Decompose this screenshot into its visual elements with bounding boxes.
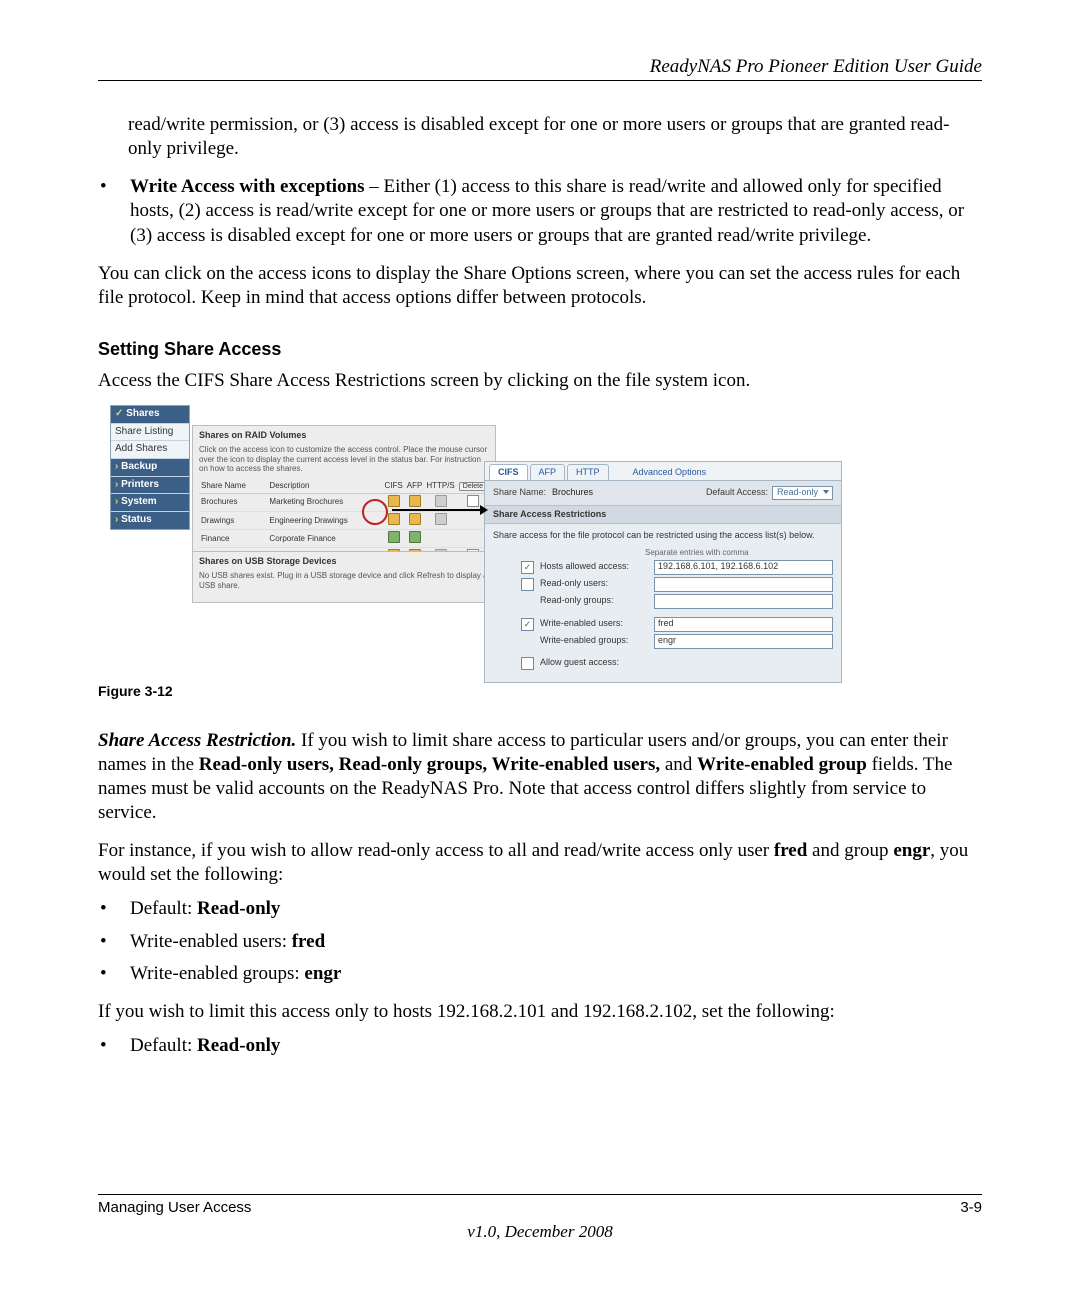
highlight-circle-icon [362,499,388,525]
figure-caption: Figure 3-12 [98,683,982,701]
default-access-label: Default Access: [706,487,768,498]
usb-shares-panel: Shares on USB Storage Devices No USB sha… [192,551,496,603]
write-users-input[interactable]: fred [654,617,833,632]
body: read/write permission, or (3) access is … [98,113,982,1058]
table-header-row: Share Name Description CIFS AFP HTTP/S D… [199,480,489,493]
bullet-lead: Write Access with exceptions [130,176,364,197]
access-panel: CIFS AFP HTTP Advanced Options Share Nam… [484,461,842,683]
default-access-select[interactable]: Read-only [772,486,833,499]
table-row: FinanceCorporate Finance [199,530,489,548]
arrow-icon [392,503,488,517]
tabs: CIFS AFP HTTP Advanced Options [485,462,841,481]
restrict-row: Read-only users: [521,577,833,592]
bullet-dot-icon: • [98,930,130,954]
restrict-row: Write-enabled users:fred [521,617,833,632]
bullet-dot-icon: • [98,1034,130,1058]
share-name-label: Share Name: [493,487,546,498]
restrict-row: Read-only groups: [521,594,833,609]
checkbox[interactable] [521,561,534,574]
nav-panel: ✓ Shares Share Listing Add Shares Backup… [110,405,190,530]
restrict-row: Write-enabled groups:engr [521,634,833,649]
shares-panel-title: Shares on RAID Volumes [199,430,489,441]
list-item: • Write-enabled users: fred [98,930,982,954]
para-hosts: If you wish to limit this access only to… [98,1000,982,1024]
nav-share-listing[interactable]: Share Listing [111,423,189,441]
list-item: • Write-enabled groups: engr [98,962,982,986]
share-name-value: Brochures [552,487,593,498]
figure: ✓ Shares Share Listing Add Shares Backup… [110,405,982,669]
continuation-para: read/write permission, or (3) access is … [128,113,982,161]
header-title: ReadyNAS Pro Pioneer Edition User Guide [98,56,982,80]
bullet-dot-icon: • [98,962,130,986]
access-icon[interactable] [409,531,421,543]
section-heading: Setting Share Access [98,338,982,361]
nav-status[interactable]: Status [111,511,189,529]
bullet-body: Write Access with exceptions – Either (1… [130,175,982,247]
shares-hint: Click on the access icon to customize th… [199,445,489,474]
delete-button[interactable]: Delete [459,482,487,491]
bullet-dot-icon: • [98,897,130,921]
usb-panel-title: Shares on USB Storage Devices [199,556,489,567]
sep-hint: Separate entries with comma [645,548,833,558]
restrict-row: Hosts allowed access:192.168.6.101, 192.… [521,560,833,575]
restrict-row: Allow guest access: [521,657,833,670]
restrict-desc: Share access for the file protocol can b… [493,530,833,541]
readonly-users-input[interactable] [654,577,833,592]
page-number: 3-9 [960,1199,982,1216]
restrict-body: Share access for the file protocol can b… [485,524,841,682]
readonly-groups-input[interactable] [654,594,833,609]
bullet-write-access: • Write Access with exceptions – Either … [98,175,982,247]
nav-system[interactable]: System [111,493,189,511]
list-item: • Default: Read-only [98,897,982,921]
para-cifs: Access the CIFS Share Access Restriction… [98,369,982,393]
checkbox[interactable] [521,578,534,591]
page: ReadyNAS Pro Pioneer Edition User Guide … [0,0,1080,1296]
footer-left: Managing User Access [98,1199,251,1216]
tab-http[interactable]: HTTP [567,464,609,480]
list-item: • Default: Read-only [98,1034,982,1058]
tab-advanced[interactable]: Advanced Options [625,465,715,480]
header: ReadyNAS Pro Pioneer Edition User Guide [98,56,982,81]
tab-afp[interactable]: AFP [530,464,566,480]
para-access-icons: You can click on the access icons to dis… [98,262,982,310]
checkbox[interactable] [521,618,534,631]
write-groups-input[interactable]: engr [654,634,833,649]
usb-panel-msg: No USB shares exist. Plug in a USB stora… [199,571,489,591]
access-icon[interactable] [388,531,400,543]
footer: Managing User Access 3-9 v1.0, December … [98,1194,982,1242]
share-name-row: Share Name: Brochures Default Access: Re… [485,481,841,504]
nav-header: ✓ Shares [111,406,189,423]
sar-para: Share Access Restriction. If you wish to… [98,729,982,826]
nav-add-shares[interactable]: Add Shares [111,440,189,458]
restrict-title: Share Access Restrictions [485,505,841,524]
hosts-input[interactable]: 192.168.6.101, 192.168.6.102 [654,560,833,575]
checkbox[interactable] [521,657,534,670]
bullet-dot-icon: • [98,175,130,199]
nav-backup[interactable]: Backup [111,458,189,476]
sar-lead: Share Access Restriction. [98,730,296,751]
nav-printers[interactable]: Printers [111,476,189,494]
tab-cifs[interactable]: CIFS [489,464,528,480]
footer-version: v1.0, December 2008 [98,1222,982,1242]
example-intro: For instance, if you wish to allow read-… [98,839,982,887]
